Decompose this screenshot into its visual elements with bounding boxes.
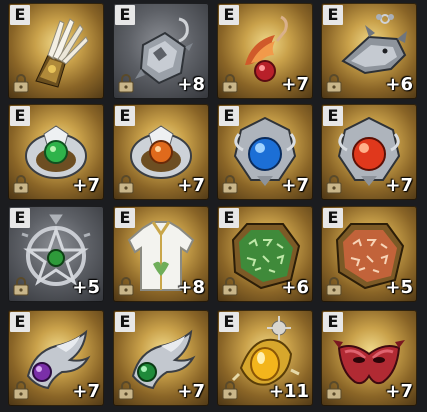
grade-badge: E <box>115 312 135 332</box>
grade-badge: E <box>219 106 239 126</box>
item-slot-sun-amber-pendant[interactable]: E +11 <box>217 310 313 406</box>
lock-icon[interactable] <box>12 276 30 296</box>
grade-badge: E <box>10 5 30 25</box>
lock-icon[interactable] <box>12 380 30 400</box>
item-slot-white-robe[interactable]: E +8 <box>113 206 209 302</box>
item-slot-amethyst-wing-ornament[interactable]: E +7 <box>8 310 104 406</box>
enhancement-level: +7 <box>385 175 413 196</box>
lock-icon[interactable] <box>117 276 135 296</box>
item-slot-orange-rune-tablet[interactable]: E +5 <box>321 206 417 302</box>
lock-icon[interactable] <box>117 73 135 93</box>
enhancement-level: +7 <box>281 74 309 95</box>
lock-icon[interactable] <box>221 276 239 296</box>
enhancement-level: +6 <box>385 74 413 95</box>
item-slot-silver-dragon-earring[interactable]: E +8 <box>113 3 209 99</box>
grade-badge: E <box>219 208 239 228</box>
lock-icon[interactable] <box>221 380 239 400</box>
lock-icon[interactable] <box>325 73 343 93</box>
lock-icon[interactable] <box>221 73 239 93</box>
grade-badge: E <box>323 5 343 25</box>
item-slot-green-rune-tablet[interactable]: E +6 <box>217 206 313 302</box>
item-slot-dragon-head-earring[interactable]: E +6 <box>321 3 417 99</box>
enhancement-level: +8 <box>177 277 205 298</box>
grade-badge: E <box>219 5 239 25</box>
lock-icon[interactable] <box>117 380 135 400</box>
grade-badge: E <box>323 208 343 228</box>
enhancement-level: +7 <box>72 381 100 402</box>
lock-icon[interactable] <box>221 174 239 194</box>
enhancement-level: +7 <box>177 175 205 196</box>
enhancement-level: +11 <box>268 381 309 402</box>
enhancement-level: +6 <box>281 277 309 298</box>
item-slot-sapphire-amulet[interactable]: E +7 <box>217 104 313 200</box>
item-slot-feathered-gauntlet[interactable]: E <box>8 3 104 99</box>
item-slot-topaz-ring[interactable]: E +7 <box>113 104 209 200</box>
item-slot-ruby-amulet[interactable]: E +7 <box>321 104 417 200</box>
enhancement-level: +5 <box>72 277 100 298</box>
lock-icon[interactable] <box>117 174 135 194</box>
lock-icon[interactable] <box>325 174 343 194</box>
lock-icon[interactable] <box>12 174 30 194</box>
enhancement-level: +7 <box>281 175 309 196</box>
enhancement-level: +7 <box>177 381 205 402</box>
item-slot-pentagram-amulet[interactable]: E +5 <box>8 206 104 302</box>
item-slot-emerald-wing-ornament[interactable]: E +7 <box>113 310 209 406</box>
grade-badge: E <box>219 312 239 332</box>
lock-icon[interactable] <box>12 73 30 93</box>
grade-badge: E <box>115 5 135 25</box>
grade-badge: E <box>323 312 343 332</box>
item-slot-emerald-ring[interactable]: E +7 <box>8 104 104 200</box>
grade-badge: E <box>10 208 30 228</box>
enhancement-level: +8 <box>177 74 205 95</box>
enhancement-level: +5 <box>385 277 413 298</box>
lock-icon[interactable] <box>325 380 343 400</box>
enhancement-level: +7 <box>72 175 100 196</box>
item-slot-flame-ruby-earring[interactable]: E +7 <box>217 3 313 99</box>
grade-badge: E <box>115 106 135 126</box>
item-slot-crimson-mask[interactable]: E +7 <box>321 310 417 406</box>
enhancement-level: +7 <box>385 381 413 402</box>
grade-badge: E <box>115 208 135 228</box>
lock-icon[interactable] <box>325 276 343 296</box>
grade-badge: E <box>10 106 30 126</box>
inventory-grid: E E +8 E +7 E +6 E +7 E +7 E +7 E +7 E +… <box>0 0 427 412</box>
grade-badge: E <box>323 106 343 126</box>
grade-badge: E <box>10 312 30 332</box>
